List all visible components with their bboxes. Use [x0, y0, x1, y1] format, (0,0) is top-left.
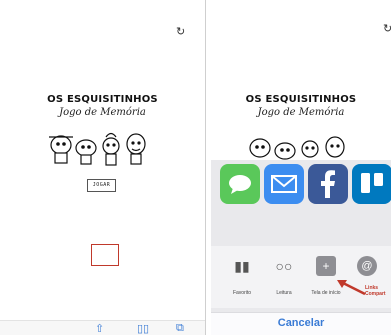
cancel-button[interactable]: Cancelar [211, 317, 391, 329]
mail-icon[interactable] [264, 164, 304, 204]
refresh-icon[interactable]: ↻ [383, 22, 391, 35]
highlight-box [91, 244, 119, 266]
action-label: Favorito [232, 290, 252, 296]
game-subtitle: Jogo de Memória [59, 107, 146, 118]
trello-icon[interactable] [352, 164, 391, 204]
characters-illustration [249, 136, 345, 160]
annotation-arrow [337, 280, 366, 296]
refresh-icon[interactable]: ↻ [176, 25, 185, 38]
plus-square-icon[interactable]: + [316, 256, 336, 276]
book-icon[interactable]: ▯▯ [137, 322, 149, 335]
book-icon[interactable]: ▮▮ [232, 256, 252, 276]
characters-illustration [49, 132, 146, 166]
share-icon[interactable]: ⇧ [95, 322, 104, 335]
play-button[interactable]: JOGAR [87, 179, 116, 192]
game-subtitle: Jogo de Memória [257, 107, 345, 118]
action-label: Leitura [276, 290, 292, 296]
at-icon[interactable]: @ [357, 256, 377, 276]
game-title: OS ESQUISITINHOS [245, 94, 357, 105]
bottom-toolbar: ⇧ ▯▯ ⧉ [0, 320, 205, 335]
tabs-icon[interactable]: ⧉ [176, 322, 184, 335]
annotation-label: Links Compart [365, 285, 386, 297]
browser-view-left: ↻ OS ESQUISITINHOS Jogo de Memória JOGAR… [0, 0, 206, 335]
game-title: OS ESQUISITINHOS [47, 94, 158, 105]
glasses-icon[interactable]: ○○ [274, 256, 294, 276]
messages-icon[interactable] [220, 164, 260, 204]
facebook-icon[interactable] [308, 164, 348, 204]
browser-view-right: ↻ OS ESQUISITINHOS Jogo de Memória ▮▮ Fa… [211, 0, 391, 335]
